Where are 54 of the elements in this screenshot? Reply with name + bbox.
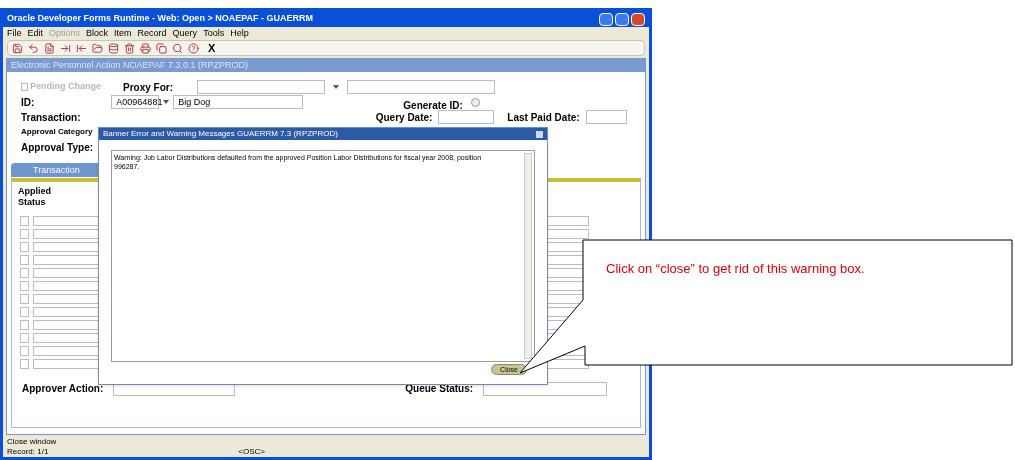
dialog-title: Banner Error and Warning Messages GUAERRM 7.3 (RPZPROD)	[103, 128, 338, 140]
save-icon[interactable]	[12, 42, 23, 54]
arrow-left-icon[interactable]	[76, 42, 87, 54]
trash-icon[interactable]	[124, 42, 135, 54]
form-title: Electronic Personnel Action NOAEPAF 7.3.0.1 (RPZPROD)	[11, 58, 248, 72]
column-header: Applied	[18, 186, 51, 197]
close-button[interactable]	[631, 12, 645, 26]
search-icon[interactable]	[172, 42, 183, 54]
printer-icon[interactable]	[140, 42, 151, 54]
query-date-field[interactable]	[438, 110, 494, 124]
status-message: Close window	[7, 437, 58, 447]
id-field[interactable]: A00964881	[111, 95, 160, 109]
menu-item[interactable]: Help	[230, 26, 249, 41]
menu-item[interactable]: File	[7, 26, 22, 41]
scrollbar[interactable]	[524, 153, 532, 359]
window-title: Oracle Developer Forms Runtime - Web: Open > NOAEPAF - GUAERRM	[7, 12, 313, 26]
dropdown-icon[interactable]	[333, 85, 339, 89]
callout-text: Click on “close” to get rid of this warning box.	[606, 260, 865, 278]
undo-icon[interactable]	[28, 42, 39, 54]
proxy-name-field[interactable]	[347, 80, 495, 94]
menu-item[interactable]: Block	[86, 26, 109, 41]
field-label: Query Date:	[375, 110, 433, 125]
name-field[interactable]: Big Dog	[173, 95, 304, 109]
exit-button[interactable]: X	[208, 39, 216, 57]
menu-item[interactable]: Query	[172, 26, 198, 41]
generate-id-button[interactable]	[470, 97, 480, 107]
copy-icon[interactable]	[156, 42, 167, 54]
field-label: Approval Type:	[21, 140, 94, 155]
arrow-right-icon[interactable]	[60, 42, 71, 54]
field-label: ID:	[21, 95, 35, 110]
menu-item[interactable]: Record	[137, 26, 167, 41]
maximize-button[interactable]	[615, 12, 629, 26]
field-label: Proxy For:	[123, 80, 173, 95]
dropdown-icon[interactable]	[163, 100, 170, 104]
field-label: Last Paid Date:	[507, 110, 580, 125]
database-icon[interactable]	[108, 42, 119, 54]
menu-item[interactable]: Edit	[27, 26, 44, 41]
folder-icon[interactable]	[92, 42, 103, 54]
field-label: Generate ID:	[403, 98, 463, 113]
field-label: Approval Category	[21, 126, 93, 138]
menu-item[interactable]: Item	[114, 26, 132, 41]
document-icon[interactable]	[44, 42, 55, 54]
minimize-button[interactable]	[599, 12, 613, 26]
record-count: Record: 1/1	[7, 447, 49, 457]
help-icon[interactable]	[188, 42, 199, 54]
field-label: Approver Action:	[22, 382, 104, 396]
menu-item[interactable]: Tools	[203, 26, 225, 41]
checkbox-label: Pending Change	[30, 80, 101, 94]
field-label: Queue Status:	[405, 382, 474, 396]
proxy-field[interactable]	[197, 80, 325, 94]
last-paid-date-field[interactable]	[585, 110, 627, 124]
field-label: Transaction:	[21, 110, 81, 125]
column-header: Status	[18, 197, 46, 208]
mode-indicator: <OSC>	[238, 447, 266, 457]
